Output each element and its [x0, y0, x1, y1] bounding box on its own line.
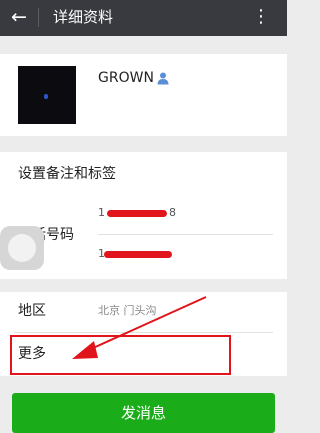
annotation-arrow-icon: [72, 296, 207, 359]
send-message-label: 发消息: [120, 404, 166, 422]
floating-assistive-button[interactable]: [0, 226, 44, 270]
send-message-button[interactable]: 发消息: [12, 393, 275, 433]
floating-ball-inner: [8, 234, 36, 262]
